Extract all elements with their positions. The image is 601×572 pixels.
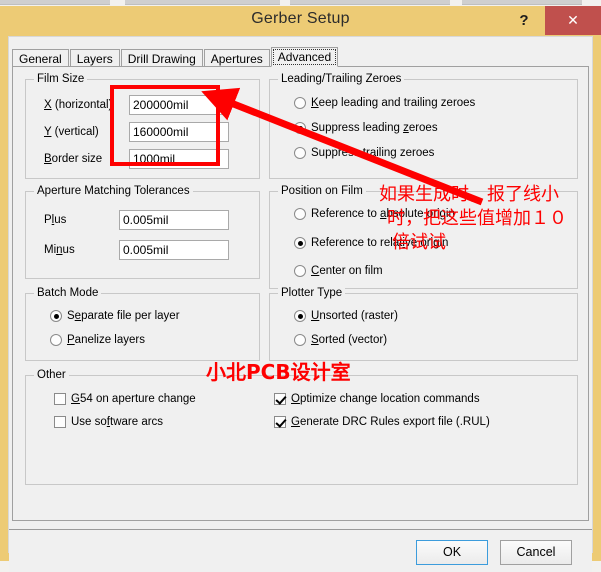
checkbox-g54-on-aperture-change[interactable]: G54 on aperture change — [54, 393, 196, 405]
input-minus-tolerance[interactable] — [119, 240, 229, 260]
radio-reference-to-absolute-origin[interactable]: Reference to absolute origin — [294, 208, 455, 220]
radio-indicator-icon — [294, 237, 306, 249]
checkbox-label: Generate DRC Rules export file (.RUL) — [291, 416, 490, 428]
tab-strip: General Layers Drill Drawing Apertures A… — [12, 47, 339, 67]
tab-general[interactable]: General — [12, 49, 69, 67]
group-title-aperture-tolerances: Aperture Matching Tolerances — [34, 185, 193, 197]
checkbox-label: Use software arcs — [71, 416, 164, 428]
tab-apertures[interactable]: Apertures — [203, 49, 270, 67]
checkbox-indicator-icon — [54, 393, 66, 405]
radio-label: Center on film — [311, 265, 383, 277]
group-position-on-film: Position on Film Reference to absolute o… — [269, 185, 578, 289]
radio-indicator-icon — [294, 334, 306, 346]
radio-indicator-icon — [294, 147, 306, 159]
radio-reference-to-relative-origin[interactable]: Reference to relative origin — [294, 237, 448, 249]
input-plus-tolerance[interactable] — [119, 210, 229, 230]
label-minus: Minus — [44, 244, 75, 256]
radio-label: Separate file per layer — [67, 310, 180, 322]
dialog-client-area: General Layers Drill Drawing Apertures A… — [8, 36, 593, 572]
radio-label: Reference to absolute origin — [311, 208, 455, 220]
radio-center-on-film[interactable]: Center on film — [294, 265, 383, 277]
radio-label: Suppress trailing zeroes — [311, 147, 435, 159]
radio-indicator-icon — [294, 97, 306, 109]
checkbox-use-software-arcs[interactable]: Use software arcs — [54, 416, 163, 428]
radio-label: Suppress leading zeroes — [311, 122, 438, 134]
label-plus: Plus — [44, 214, 67, 226]
input-y-vertical[interactable] — [129, 122, 229, 142]
radio-indicator-icon — [50, 310, 62, 322]
radio-label: Unsorted (raster) — [311, 310, 398, 322]
label-border-size: Border size — [44, 153, 103, 165]
checkbox-indicator-icon — [274, 393, 286, 405]
radio-label: Panelize layers — [67, 334, 145, 346]
radio-keep-leading-and-trailing-zeroes[interactable]: Keep leading and trailing zeroes — [294, 97, 475, 109]
radio-indicator-icon — [294, 122, 306, 134]
radio-sorted-vector[interactable]: Sorted (vector) — [294, 334, 387, 346]
group-film-size: Film Size X (horizontal) Y (vertical) Bo… — [25, 73, 260, 179]
radio-label: Sorted (vector) — [311, 334, 388, 346]
radio-suppress-leading-zeroes[interactable]: Suppress leading zeroes — [294, 122, 438, 134]
input-x-horizontal[interactable] — [129, 95, 229, 115]
background-chip — [462, 0, 582, 5]
background-chip — [125, 0, 280, 5]
radio-label: Keep leading and trailing zeroes — [311, 97, 476, 109]
group-title-plotter-type: Plotter Type — [278, 287, 346, 299]
radio-label: Reference to relative origin — [311, 237, 449, 249]
group-title-batch-mode: Batch Mode — [34, 287, 102, 299]
group-aperture-matching-tolerances: Aperture Matching Tolerances Plus Minus — [25, 185, 260, 279]
input-border-size[interactable] — [129, 149, 229, 169]
radio-indicator-icon — [50, 334, 62, 346]
background-chip — [0, 0, 110, 5]
radio-panelize-layers[interactable]: Panelize layers — [50, 334, 145, 346]
group-title-position-on-film: Position on Film — [278, 185, 366, 197]
radio-suppress-trailing-zeroes[interactable]: Suppress trailing zeroes — [294, 147, 434, 159]
tab-layers[interactable]: Layers — [69, 49, 120, 67]
radio-indicator-icon — [294, 265, 306, 277]
checkbox-label: G54 on aperture change — [71, 393, 196, 405]
group-title-other: Other — [34, 369, 69, 381]
checkbox-generate-drc-rules-export-file[interactable]: Generate DRC Rules export file (.RUL) — [274, 416, 490, 428]
gerber-setup-dialog: Gerber Setup ? ✕ General Layers Drill Dr… — [0, 6, 601, 572]
radio-separate-file-per-layer[interactable]: Separate file per layer — [50, 310, 180, 322]
checkbox-indicator-icon — [274, 416, 286, 428]
label-x-horizontal: X (horizontal) — [44, 99, 113, 111]
tab-drill-drawing[interactable]: Drill Drawing — [120, 49, 203, 67]
close-icon[interactable]: ✕ — [545, 6, 601, 35]
checkbox-label: Optimize change location commands — [291, 393, 480, 405]
checkbox-optimize-change-location-commands[interactable]: Optimize change location commands — [274, 393, 480, 405]
background-chip — [290, 0, 450, 5]
help-icon[interactable]: ? — [511, 7, 537, 35]
tab-page-advanced: Film Size X (horizontal) Y (vertical) Bo… — [12, 66, 589, 521]
checkbox-indicator-icon — [54, 416, 66, 428]
radio-indicator-icon — [294, 310, 306, 322]
ok-button[interactable]: OK — [416, 540, 488, 565]
tab-advanced[interactable]: Advanced — [270, 47, 339, 67]
label-y-vertical: Y (vertical) — [44, 126, 99, 138]
radio-unsorted-raster[interactable]: Unsorted (raster) — [294, 310, 398, 322]
footer-bar: OK Cancel — [9, 532, 592, 572]
group-batch-mode: Batch Mode Separate file per layer Panel… — [25, 287, 260, 361]
group-leading-trailing-zeroes: Leading/Trailing Zeroes Keep leading and… — [269, 73, 578, 179]
group-plotter-type: Plotter Type Unsorted (raster) Sorted (v… — [269, 287, 578, 361]
group-title-leading-trailing-zeroes: Leading/Trailing Zeroes — [278, 73, 405, 85]
radio-indicator-icon — [294, 208, 306, 220]
cancel-button[interactable]: Cancel — [500, 540, 572, 565]
title-bar[interactable]: Gerber Setup ? ✕ — [0, 6, 601, 36]
group-title-film-size: Film Size — [34, 73, 88, 85]
group-other: Other G54 on aperture change Use softwar… — [25, 369, 578, 485]
